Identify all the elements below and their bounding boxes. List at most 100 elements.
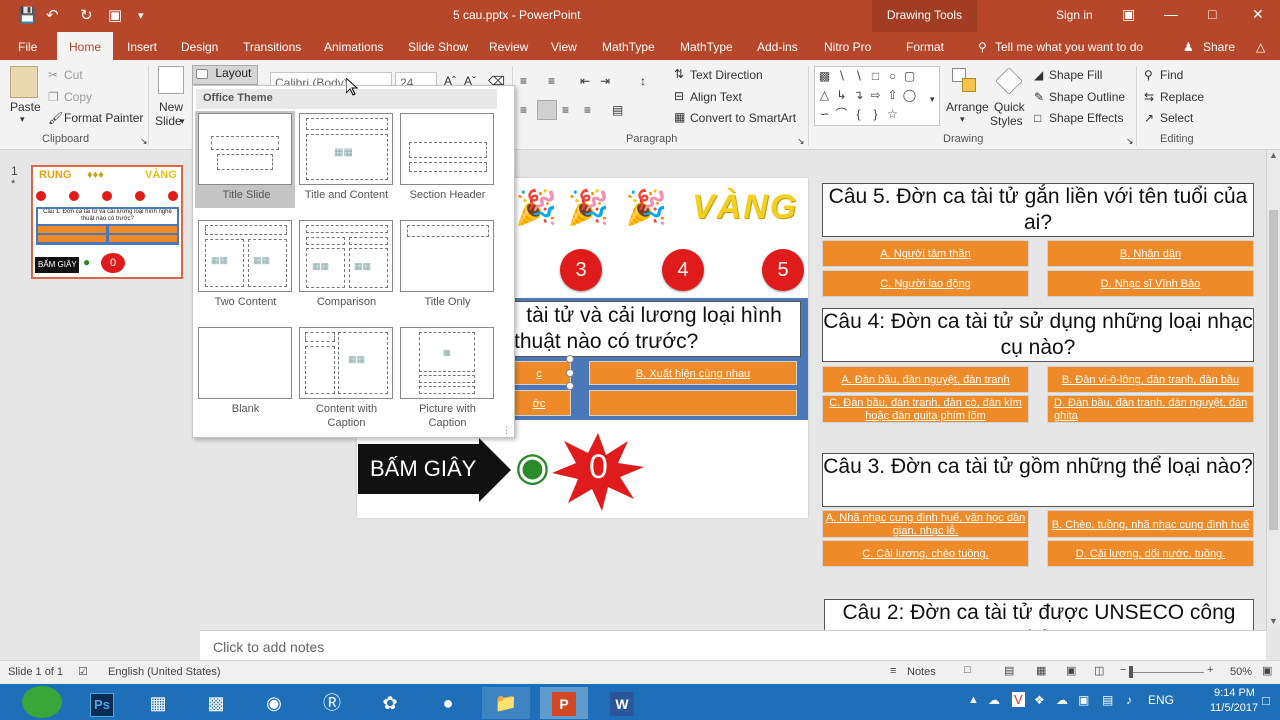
layout-title-only[interactable]: Title Only xyxy=(400,220,495,309)
number-circle-5[interactable]: 5 xyxy=(762,249,804,291)
selection-handle[interactable] xyxy=(566,369,574,377)
start-slideshow-icon[interactable]: ▣ xyxy=(108,6,122,24)
q5-answer-b[interactable]: B. Nhân dân xyxy=(1047,240,1254,267)
copy-button[interactable]: Copy xyxy=(64,90,92,104)
file-explorer-icon[interactable]: 📁 xyxy=(482,687,530,719)
layout-title-and-content[interactable]: ▦▦ Title and Content xyxy=(299,113,394,202)
spellcheck-icon[interactable]: ☑ xyxy=(78,665,88,678)
answer-b[interactable]: B. Xuất hiện cùng nhau xyxy=(589,361,797,385)
align-left-icon[interactable]: ≡ xyxy=(520,103,527,117)
undo-icon[interactable]: ↶ xyxy=(46,6,59,24)
tab-add-ins[interactable]: Add-ins xyxy=(757,40,798,54)
layout-blank[interactable]: Blank xyxy=(198,327,293,416)
cut-button[interactable]: Cut xyxy=(64,68,83,82)
tab-format[interactable]: Format xyxy=(906,40,944,54)
new-slide-label-1[interactable]: New xyxy=(159,100,183,114)
q4-answer-c[interactable]: C. Đàn bầu, đàn tranh, đàn cò, đàn kìm h… xyxy=(822,395,1029,423)
close-icon[interactable]: ✕ xyxy=(1252,6,1264,23)
onedrive-icon[interactable]: ☁ xyxy=(988,693,1000,707)
display-icon[interactable]: ▣ xyxy=(1078,693,1089,707)
cloud-icon[interactable]: ☁ xyxy=(1056,693,1068,707)
tab-file[interactable]: File xyxy=(18,40,37,54)
word-taskbar-icon[interactable]: W xyxy=(598,687,646,719)
layout-content-with-caption[interactable]: ▦▦ Content with Caption xyxy=(299,327,394,430)
replace-button[interactable]: Replace xyxy=(1160,90,1204,104)
layout-two-content[interactable]: ▦▦ ▦▦ Two Content xyxy=(198,220,293,309)
tab-transitions[interactable]: Transitions xyxy=(243,40,301,54)
selection-handle[interactable] xyxy=(566,382,574,390)
photoshop-icon[interactable]: Ps xyxy=(78,687,126,719)
fit-to-window-icon[interactable]: ▣ xyxy=(1262,664,1272,677)
justify-icon[interactable]: ≡ xyxy=(584,103,591,117)
quick-styles-label-1[interactable]: Quick xyxy=(994,100,1025,114)
tab-design[interactable]: Design xyxy=(181,40,218,54)
q3-answer-c[interactable]: C. Cải lương, chèo tuồng. xyxy=(822,540,1029,567)
zoom-in-icon[interactable]: + xyxy=(1207,664,1213,676)
q5-answer-d[interactable]: D. Nhạc sĩ Vĩnh Bảo xyxy=(1047,270,1254,297)
sign-in-link[interactable]: Sign in xyxy=(1056,8,1093,22)
number-circle-4[interactable]: 4 xyxy=(662,249,704,291)
paste-dropdown-icon[interactable]: ▾ xyxy=(20,114,25,125)
slideshow-view-icon[interactable]: ◫ xyxy=(1094,664,1104,677)
r-app-icon[interactable]: Ⓡ xyxy=(308,687,356,719)
bullets-icon[interactable]: ≡ xyxy=(520,74,527,88)
notifications-icon[interactable]: □ xyxy=(1262,693,1270,708)
drawing-launcher-icon[interactable]: ↘ xyxy=(1126,136,1134,147)
save-icon[interactable]: 💾 xyxy=(18,6,37,24)
tab-mathtype-1[interactable]: MathType xyxy=(602,40,655,54)
tab-animations[interactable]: Animations xyxy=(324,40,383,54)
tab-slide-show[interactable]: Slide Show xyxy=(408,40,468,54)
zoom-slider[interactable] xyxy=(1132,672,1204,673)
q4-answer-d[interactable]: D. Đàn bầu, đàn tranh, đàn nguyệt, đàn g… xyxy=(1047,395,1254,423)
select-button[interactable]: Select xyxy=(1160,111,1193,125)
answer-d[interactable] xyxy=(589,390,797,416)
q3-answer-b[interactable]: B. Chèo, tuồng, nhã nhạc cung đình huế xyxy=(1047,510,1254,538)
press-second-button[interactable]: BẤM GIÂY xyxy=(358,444,480,494)
text-direction-button[interactable]: Text Direction xyxy=(690,68,763,82)
convert-smartart-button[interactable]: Convert to SmartArt xyxy=(690,111,796,125)
share-button[interactable]: Share xyxy=(1203,40,1235,54)
answer-c[interactable]: ớc xyxy=(507,390,571,416)
clipboard-launcher-icon[interactable]: ↘ xyxy=(140,136,148,147)
q4-answer-a[interactable]: A. Đàn bầu, đàn nguyệt, đàn tranh xyxy=(822,366,1029,393)
gallery-resize-grip[interactable]: ⋮ xyxy=(502,425,511,436)
answer-a[interactable]: c xyxy=(507,361,571,385)
ribbon-display-icon[interactable]: ▣ xyxy=(1122,6,1135,23)
layout-picture-with-caption[interactable]: ▦ Picture with Caption xyxy=(400,327,495,430)
comments-icon[interactable]: □ xyxy=(964,664,971,676)
question-box[interactable]: tài tử và cải lương loại hình thuật nào … xyxy=(507,301,801,357)
volume-icon[interactable]: ♪ xyxy=(1126,693,1132,707)
chrome-icon[interactable]: ● xyxy=(424,687,472,719)
selection-handle[interactable] xyxy=(566,355,574,363)
normal-view-icon[interactable]: ▤ xyxy=(1004,664,1014,677)
paste-button[interactable]: Paste xyxy=(10,100,41,114)
network-icon[interactable]: ▤ xyxy=(1102,693,1113,707)
tab-review[interactable]: Review xyxy=(489,40,528,54)
calculator-icon[interactable]: ▩ xyxy=(192,687,240,719)
numbering-icon[interactable]: ≡ xyxy=(548,74,555,88)
tab-insert[interactable]: Insert xyxy=(127,40,157,54)
columns-icon[interactable]: ▤ xyxy=(612,103,623,117)
q5-answer-c[interactable]: C. Người lao động xyxy=(822,270,1029,297)
align-right-icon[interactable]: ≡ xyxy=(562,103,569,117)
question-3-box[interactable]: Câu 3. Đờn ca tài tử gồm những thể loại … xyxy=(822,453,1254,507)
line-spacing-icon[interactable]: ↕ xyxy=(640,74,646,88)
decrease-indent-icon[interactable]: ⇤ xyxy=(580,74,590,88)
language-indicator[interactable]: ENG xyxy=(1148,693,1174,707)
q3-answer-d[interactable]: D. Cải lương, dối nước, tuồng. xyxy=(1047,540,1254,567)
dropbox-icon[interactable]: ❖ xyxy=(1034,693,1045,707)
minimize-icon[interactable]: — xyxy=(1164,6,1178,22)
tell-me-search[interactable]: Tell me what you want to do xyxy=(995,40,1143,54)
layout-section-header[interactable]: Section Header xyxy=(400,113,495,202)
notes-pane[interactable]: Click to add notes xyxy=(200,630,1266,660)
ribbon-collapse-icon[interactable]: △ xyxy=(1256,40,1265,54)
format-painter-button[interactable]: Format Painter xyxy=(64,111,143,125)
clock-date[interactable]: 11/5/2017 xyxy=(1210,702,1258,714)
increase-indent-icon[interactable]: ⇥ xyxy=(600,74,610,88)
tray-arrow-icon[interactable]: ▲ xyxy=(968,694,979,706)
reading-view-icon[interactable]: ▣ xyxy=(1066,664,1076,677)
redo-icon[interactable]: ↻ xyxy=(80,6,93,24)
new-slide-icon[interactable] xyxy=(158,66,184,94)
shape-fill-button[interactable]: Shape Fill xyxy=(1049,68,1102,82)
browser-icon[interactable]: ◉ xyxy=(250,687,298,719)
